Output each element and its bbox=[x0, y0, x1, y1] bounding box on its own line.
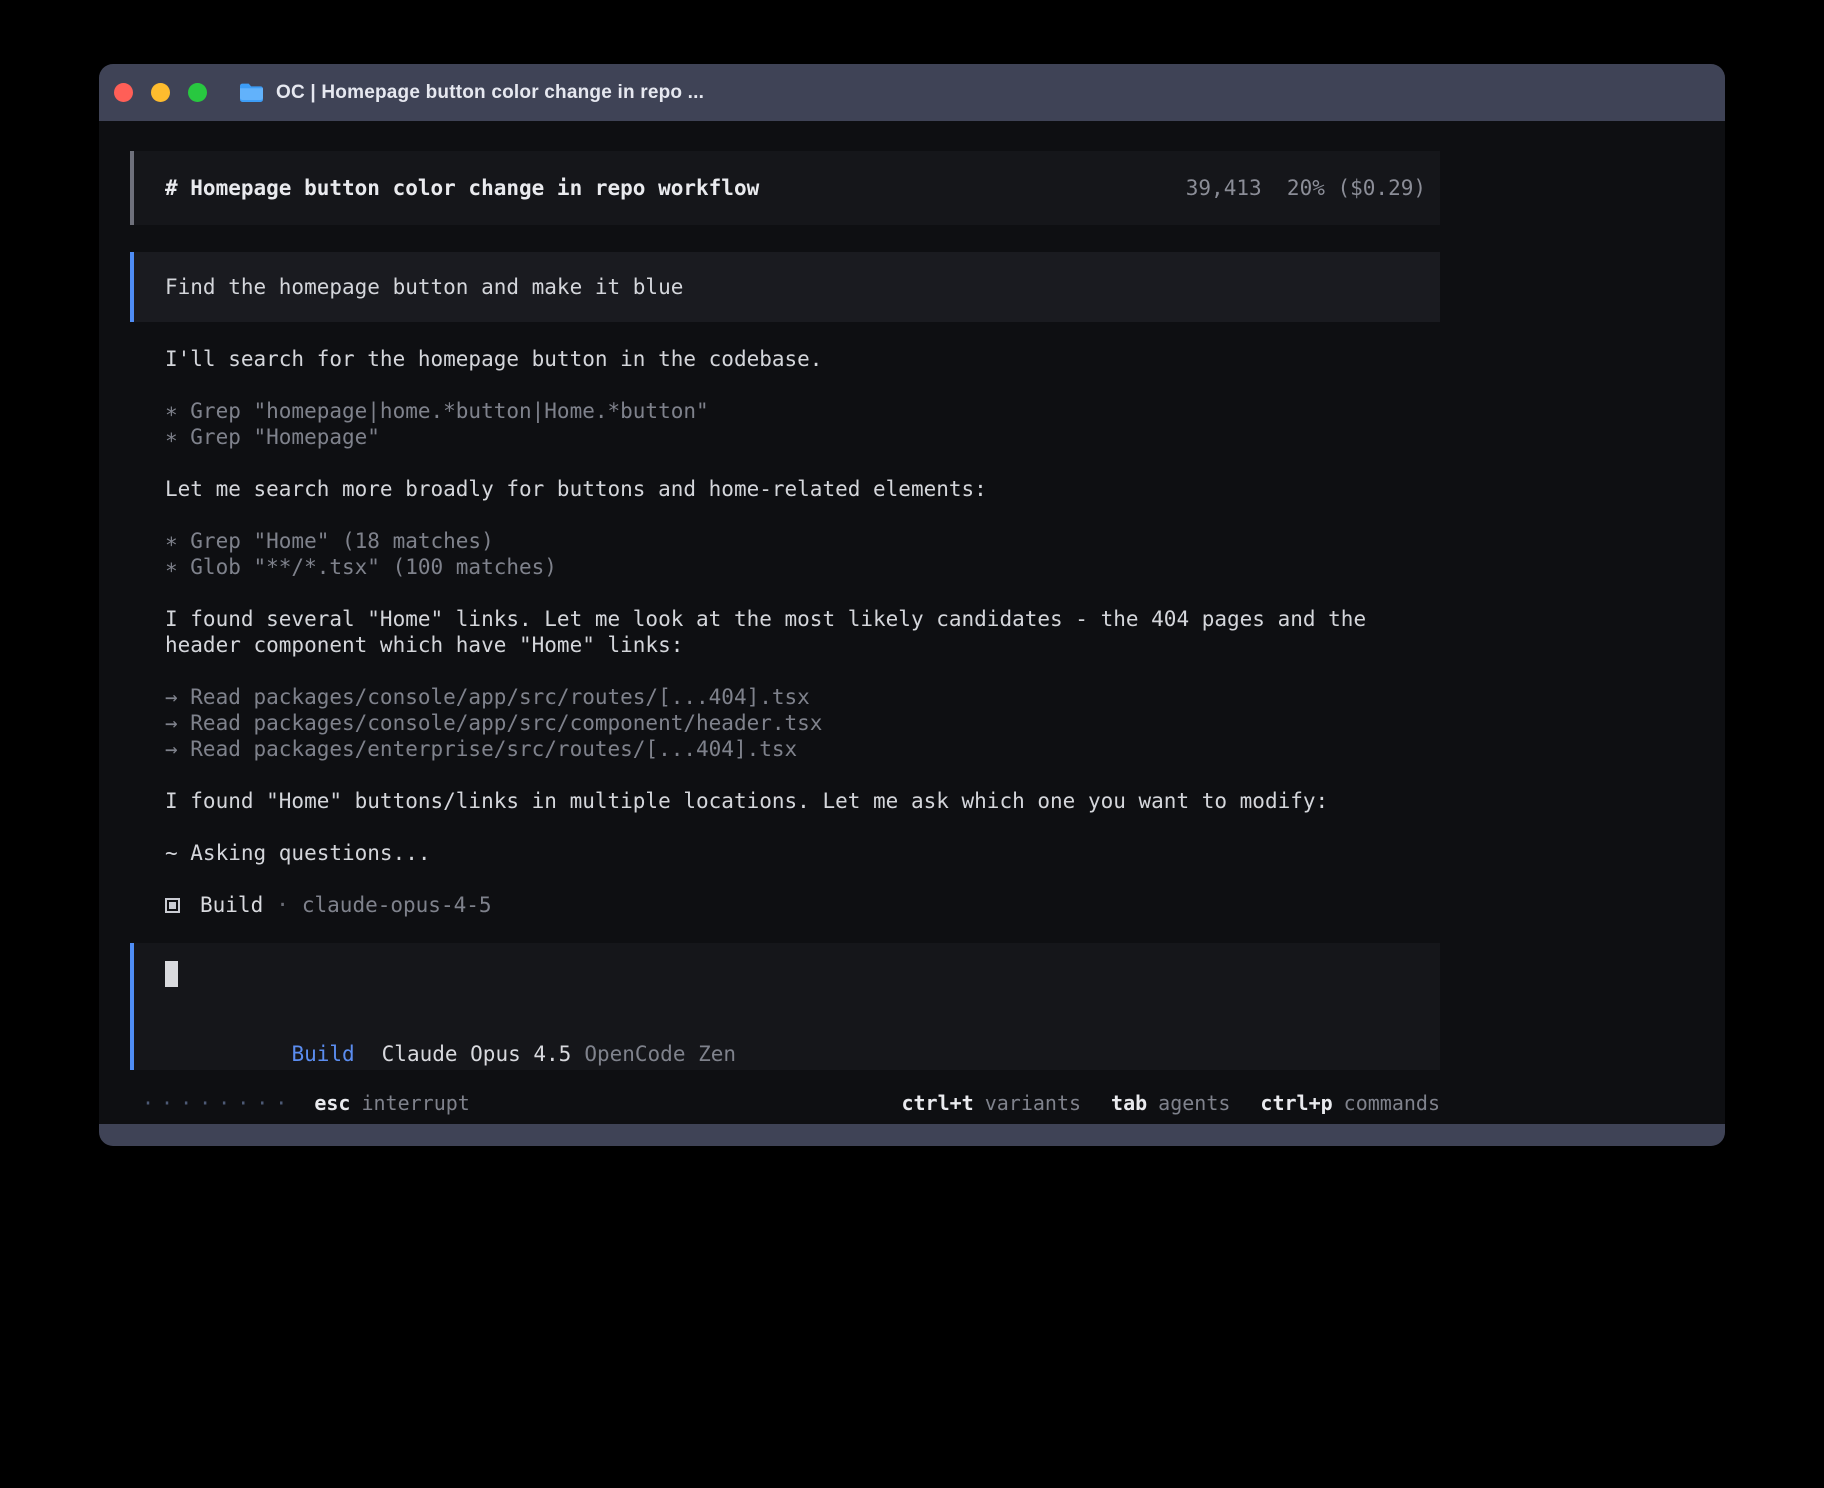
transcript-line: → Read packages/enterprise/src/routes/[.… bbox=[165, 736, 1405, 762]
badge-separator: · bbox=[276, 892, 289, 918]
transcript-line: ∗ Glob "**/*.tsx" (100 matches) bbox=[165, 554, 1405, 580]
user-message-text: Find the homepage button and make it blu… bbox=[165, 275, 683, 299]
shortcut-variants[interactable]: ctrl+t variants bbox=[901, 1090, 1081, 1116]
window-title: OC | Homepage button color change in rep… bbox=[276, 82, 704, 104]
transcript-line: ~ Asking questions... bbox=[165, 840, 1405, 866]
esc-key[interactable]: esc bbox=[314, 1090, 350, 1116]
session-title: # Homepage button color change in repo w… bbox=[165, 176, 759, 200]
prompt-model-label[interactable]: Claude Opus 4.5 bbox=[382, 1042, 572, 1066]
agent-badge: Build · claude-opus-4-5 bbox=[130, 892, 1440, 918]
shortcut-agents[interactable]: tab agents bbox=[1111, 1090, 1230, 1116]
transcript-line: I found several "Home" links. Let me loo… bbox=[165, 606, 1405, 658]
minimize-button[interactable] bbox=[151, 83, 170, 102]
user-message: Find the homepage button and make it blu… bbox=[130, 252, 1440, 322]
shortcut-key: ctrl+p bbox=[1260, 1090, 1332, 1116]
transcript-line: I found "Home" buttons/links in multiple… bbox=[165, 788, 1405, 814]
esc-label: interrupt bbox=[361, 1090, 469, 1116]
transcript: I'll search for the homepage button in t… bbox=[130, 346, 1405, 866]
shortcut-label: commands bbox=[1344, 1090, 1440, 1116]
agent-model: claude-opus-4-5 bbox=[302, 892, 492, 918]
terminal-content: # Homepage button color change in repo w… bbox=[99, 121, 1725, 1124]
prompt-input[interactable]: Build Claude Opus 4.5 OpenCode Zen bbox=[130, 943, 1440, 1070]
terminal-window: OC | Homepage button color change in rep… bbox=[99, 64, 1725, 1146]
transcript-line: Let me search more broadly for buttons a… bbox=[165, 476, 1405, 502]
token-count: 39,413 bbox=[1186, 176, 1262, 200]
transcript-line bbox=[165, 450, 1405, 476]
session-stats: 39,413 20% ($0.29) bbox=[1186, 176, 1426, 200]
transcript-line: → Read packages/console/app/src/componen… bbox=[165, 710, 1405, 736]
window-bottom-frame bbox=[99, 1124, 1725, 1146]
transcript-line: ∗ Grep "Home" (18 matches) bbox=[165, 528, 1405, 554]
transcript-line: → Read packages/console/app/src/routes/[… bbox=[165, 684, 1405, 710]
statusbar: ········ esc interrupt ctrl+t variants t… bbox=[130, 1090, 1440, 1116]
agent-mode-icon bbox=[165, 898, 180, 913]
spinner-dots: ········ bbox=[142, 1090, 294, 1116]
context-usage: 20% ($0.29) bbox=[1287, 176, 1426, 200]
session-header: # Homepage button color change in repo w… bbox=[130, 151, 1440, 225]
shortcut-key: tab bbox=[1111, 1090, 1147, 1116]
transcript-line bbox=[165, 502, 1405, 528]
titlebar[interactable]: OC | Homepage button color change in rep… bbox=[99, 64, 1725, 121]
text-cursor bbox=[165, 961, 178, 987]
transcript-line bbox=[165, 372, 1405, 398]
transcript-line bbox=[165, 762, 1405, 788]
folder-icon bbox=[239, 82, 264, 103]
shortcut-label: variants bbox=[985, 1090, 1081, 1116]
transcript-line: ∗ Grep "homepage|home.*button|Home.*butt… bbox=[165, 398, 1405, 424]
prompt-provider-label: OpenCode Zen bbox=[584, 1042, 736, 1066]
close-button[interactable] bbox=[114, 83, 133, 102]
prompt-meta: Build Claude Opus 4.5 OpenCode Zen bbox=[165, 1015, 1426, 1093]
agent-name: Build bbox=[200, 892, 263, 918]
shortcut-key: ctrl+t bbox=[901, 1090, 973, 1116]
shortcut-label: agents bbox=[1158, 1090, 1230, 1116]
transcript-line: ∗ Grep "Homepage" bbox=[165, 424, 1405, 450]
transcript-line bbox=[165, 814, 1405, 840]
shortcut-commands[interactable]: ctrl+p commands bbox=[1260, 1090, 1440, 1116]
transcript-line: I'll search for the homepage button in t… bbox=[165, 346, 1405, 372]
transcript-line bbox=[165, 580, 1405, 606]
zoom-button[interactable] bbox=[188, 83, 207, 102]
prompt-agent-label[interactable]: Build bbox=[291, 1042, 354, 1066]
transcript-line bbox=[165, 658, 1405, 684]
